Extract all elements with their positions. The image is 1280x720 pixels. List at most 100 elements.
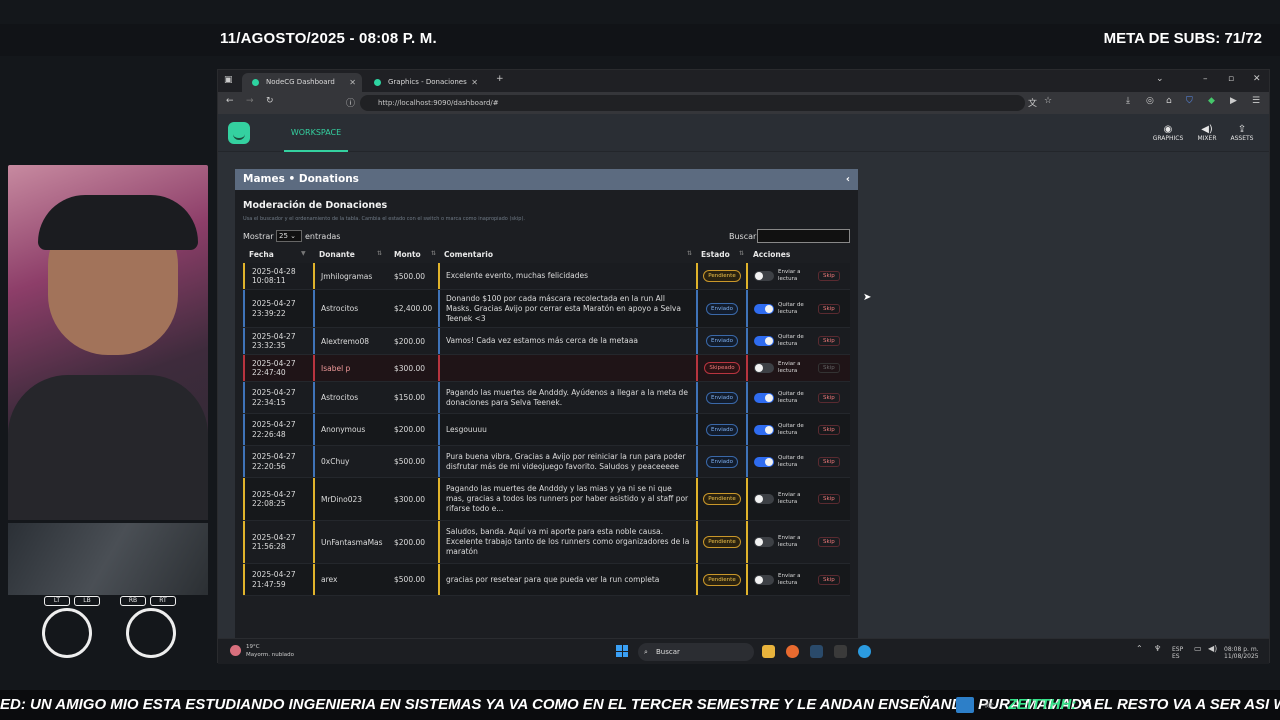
minimize-icon[interactable]: – — [1203, 74, 1208, 84]
weather-widget[interactable]: 19°C Mayorm. nublado — [230, 643, 294, 659]
reading-toggle[interactable] — [754, 494, 774, 504]
status-badge: Enviado — [706, 455, 738, 468]
skip-button[interactable]: Skip — [818, 336, 840, 346]
reading-toggle[interactable] — [754, 392, 774, 403]
cell-time: 21:56:28 — [252, 542, 286, 551]
skip-button[interactable]: Skip — [818, 456, 840, 467]
menu-icon[interactable]: ☰ — [1252, 96, 1260, 106]
windows-start-icon[interactable] — [616, 645, 628, 657]
file-explorer-icon[interactable] — [762, 645, 775, 658]
sort-desc-icon[interactable]: ▼ — [301, 250, 306, 257]
col-donante[interactable]: Donante — [319, 246, 355, 263]
ticker-message: ED: UN AMIGO MIO ESTA ESTUDIANDO INGENIE… — [0, 696, 1093, 713]
reading-toggle[interactable] — [754, 537, 774, 547]
chevron-down-icon[interactable]: ⌄ — [1156, 74, 1164, 84]
reload-icon[interactable]: ↻ — [266, 96, 274, 106]
forward-icon[interactable]: → — [246, 96, 254, 106]
skip-button[interactable]: Skip — [818, 537, 840, 547]
cell-donante: Alextremo08 — [313, 328, 388, 354]
language-indicator[interactable]: ESP ES — [1172, 646, 1183, 660]
url-input[interactable]: http://localhost:9090/dashboard/# — [360, 95, 1025, 111]
reading-toggle[interactable] — [754, 574, 774, 585]
firefox-icon[interactable] — [786, 645, 799, 658]
reading-toggle[interactable] — [754, 303, 774, 314]
skip-button[interactable]: Skip — [818, 424, 840, 435]
toggle-label: Enviar a lectura — [778, 572, 801, 586]
col-comentario[interactable]: Comentario — [444, 246, 493, 263]
microphone-icon[interactable]: ♆ — [1154, 645, 1161, 653]
cell-comentario: gracias por resetear para que pueda ver … — [438, 564, 696, 595]
close-icon[interactable]: ✕ — [471, 73, 478, 92]
col-monto[interactable]: Monto — [394, 246, 421, 263]
taskbar-search-label: Buscar — [656, 648, 680, 656]
skip-button[interactable]: Skip — [818, 271, 840, 281]
puzzle-icon[interactable]: ⌂ — [1166, 96, 1172, 106]
tab-nodecg-dashboard[interactable]: NodeCG Dashboard ✕ — [242, 73, 362, 92]
sort-icon[interactable]: ⇅ — [431, 250, 436, 257]
col-estado[interactable]: Estado — [701, 246, 730, 263]
cell-date: 2025-04-27 — [252, 388, 296, 397]
webcam-feed — [8, 165, 208, 520]
chat-ticker: ED: UN AMIGO MIO ESTA ESTUDIANDO INGENIE… — [0, 690, 1280, 720]
entries-label: entradas — [305, 232, 341, 241]
reading-toggle[interactable] — [754, 424, 774, 435]
tab-workspace[interactable]: WORKSPACE — [284, 114, 348, 152]
extension-icon[interactable]: ◎ — [1146, 96, 1154, 106]
status-badge: Enviado — [706, 335, 738, 347]
overlay-top-bar — [0, 24, 1280, 56]
edge-icon[interactable] — [858, 645, 871, 658]
nav-mixer[interactable]: ◀) MIXER — [1189, 124, 1225, 142]
skip-button[interactable]: Skip — [818, 392, 840, 403]
skip-button[interactable]: Skip — [818, 363, 840, 373]
window-close-icon[interactable]: ✕ — [1253, 74, 1261, 84]
toggle-label: Quitar de lectura — [778, 454, 804, 468]
maximize-icon[interactable]: ▫ — [1228, 74, 1234, 84]
chevron-left-icon[interactable]: ‹ — [846, 169, 850, 190]
cell-acciones: Quitar de lectura Skip — [748, 414, 850, 445]
search-input[interactable] — [757, 229, 850, 243]
skip-button[interactable]: Skip — [818, 303, 840, 314]
steam-icon[interactable] — [810, 645, 823, 658]
new-tab-icon[interactable]: + — [496, 74, 504, 84]
sort-icon[interactable]: ⇅ — [687, 250, 692, 257]
nav-graphics[interactable]: ◉ GRAPHICS — [1150, 124, 1186, 142]
clock[interactable]: 08:08 p. m. 11/08/2025 — [1224, 646, 1259, 660]
close-icon[interactable]: ✕ — [349, 73, 356, 92]
tab-graphics-donaciones[interactable]: Graphics - Donaciones ✕ — [364, 73, 484, 92]
tab-label: NodeCG Dashboard — [266, 78, 335, 86]
chevron-up-icon[interactable]: ⌃ — [1136, 645, 1143, 653]
download-icon[interactable]: ⤓ — [1126, 96, 1130, 106]
cell-fecha: 2025-04-27 22:08:25 — [243, 478, 313, 520]
status-badge: Enviado — [706, 302, 738, 315]
profile-icon[interactable]: ▶ — [1230, 96, 1237, 106]
shield-icon[interactable]: ⛉ — [1186, 96, 1193, 106]
skip-button[interactable]: Skip — [818, 494, 840, 504]
extension-green-icon[interactable]: ◆ — [1208, 96, 1215, 106]
translate-icon[interactable]: 文 — [1028, 96, 1037, 109]
tab-actions-icon[interactable]: ▣ — [224, 75, 233, 85]
taskbar-search[interactable]: ⌕ Buscar — [638, 643, 754, 661]
reading-toggle[interactable] — [754, 456, 774, 467]
cell-comentario: Donando $100 por cada máscara recolectad… — [438, 290, 696, 327]
terminal-icon[interactable] — [834, 645, 847, 658]
reading-toggle[interactable] — [754, 336, 774, 346]
volume-icon[interactable]: ◀) — [1208, 645, 1217, 653]
network-icon[interactable]: ▭ — [1194, 645, 1202, 653]
cell-estado: Enviado — [696, 328, 748, 354]
overlay-subs-goal: META DE SUBS: 71/72 — [1103, 30, 1262, 47]
sort-icon[interactable]: ⇅ — [739, 250, 744, 257]
skip-button[interactable]: Skip — [818, 574, 840, 585]
cell-estado: Enviado — [696, 382, 748, 413]
col-fecha[interactable]: Fecha — [249, 246, 274, 263]
site-info-icon[interactable]: ⓘ — [346, 96, 355, 109]
reading-toggle[interactable] — [754, 271, 774, 281]
page-size-select[interactable]: 25 ⌄ — [276, 230, 302, 242]
table-row: 2025-04-28 10:08:11 Jmhilogramas $500.00 Exc… — [243, 263, 850, 290]
back-icon[interactable]: ← — [226, 96, 234, 106]
webcam-person-cap — [38, 195, 198, 250]
sort-icon[interactable]: ⇅ — [377, 250, 382, 257]
reading-toggle[interactable] — [754, 363, 774, 373]
panel-header: Mames • Donations ‹ — [235, 169, 858, 190]
nav-assets[interactable]: ⇪ ASSETS — [1224, 124, 1260, 142]
bookmark-star-icon[interactable]: ☆ — [1044, 96, 1052, 106]
